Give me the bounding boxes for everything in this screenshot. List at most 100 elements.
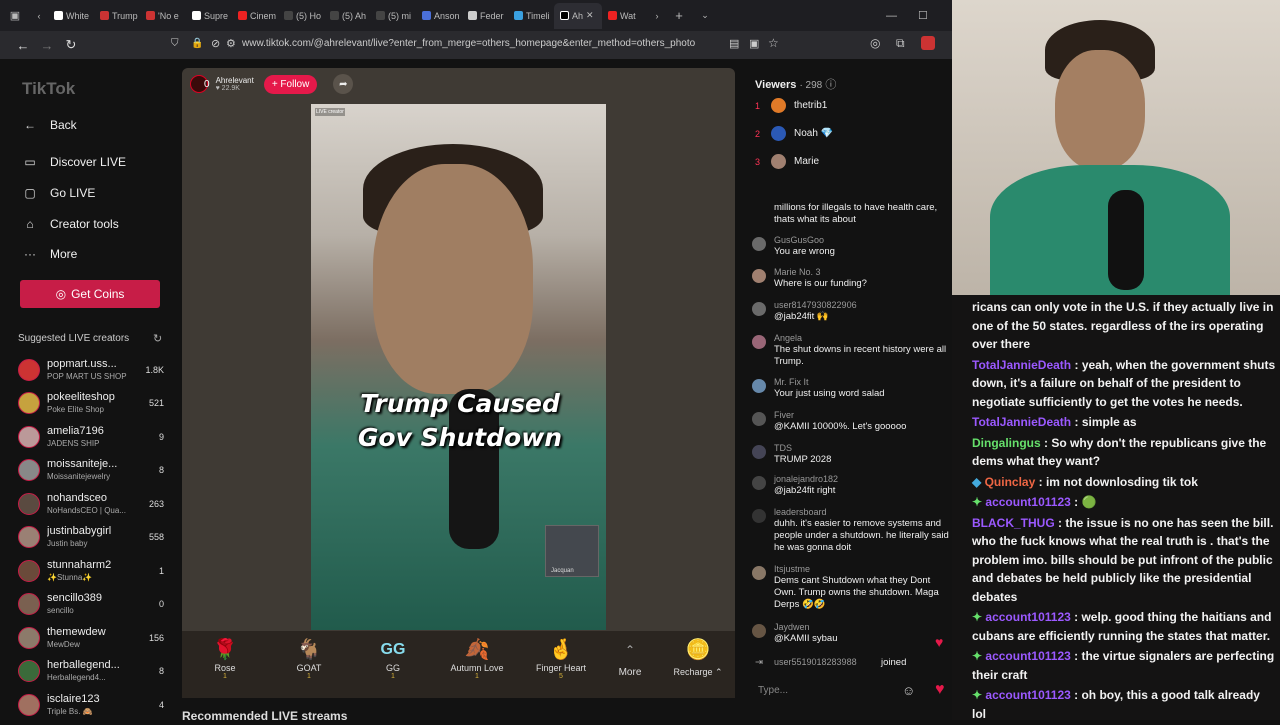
tab-7[interactable]: (5) mi xyxy=(370,3,416,29)
viewer-row[interactable]: 2 Noah 💎 xyxy=(755,126,833,141)
tab-10[interactable]: Timeli xyxy=(508,3,554,29)
tab-2[interactable]: 'No e xyxy=(140,3,186,29)
tab-scroll-right-icon[interactable]: › xyxy=(648,11,666,21)
tab-scroll-left-icon[interactable]: ‹ xyxy=(30,11,48,21)
creator-item[interactable]: themewdew MewDew 156 xyxy=(18,625,168,653)
chat-message[interactable]: Itsjustme Dems cant Shutdown what they Do… xyxy=(750,564,950,616)
tab-8[interactable]: Anson xyxy=(416,3,462,29)
creator-item[interactable]: sencillo389 sencillo 0 xyxy=(18,591,168,619)
gift-rose[interactable]: 🌹 Rose 1 xyxy=(195,639,255,680)
stream-chat-line: TotalJannieDeath : simple as xyxy=(972,415,1137,429)
creator-item[interactable]: nohandsceo NoHandsCEO | Qua... 263 xyxy=(18,491,168,519)
avatar xyxy=(18,392,40,414)
chat-message[interactable]: Jaydwen @KAMII sybau xyxy=(750,622,950,652)
creator-item[interactable]: moissaniteje... Moissanitejewelry 8 xyxy=(18,457,168,485)
tab-11-active[interactable]: Ah ✕ xyxy=(554,2,602,29)
creator-item[interactable]: popmart.uss... POP MART US SHOP 1.8K xyxy=(18,357,168,385)
chat-input[interactable]: Type... xyxy=(748,680,948,702)
permissions-icon[interactable]: ⊘ xyxy=(211,37,220,50)
extension-badge-icon[interactable] xyxy=(921,36,935,50)
viewer-row[interactable]: 1 thetrib1 xyxy=(755,98,827,113)
tab-5[interactable]: (5) Ho xyxy=(278,3,324,29)
refresh-icon[interactable]: ↻ xyxy=(153,332,162,345)
nav-more[interactable]: ··· More xyxy=(22,247,77,261)
nav-creator-tools[interactable]: ⌂ Creator tools xyxy=(22,217,118,231)
chat-message[interactable]: millions for illegals to have health car… xyxy=(750,196,950,226)
new-tab-icon[interactable]: + xyxy=(666,8,692,23)
screenshot-icon[interactable]: ▣ xyxy=(749,37,759,50)
reload-icon[interactable]: ↻ xyxy=(59,37,83,53)
tab-3[interactable]: Supre xyxy=(186,3,232,29)
gift-autumn-love[interactable]: 🍂 Autumn Love 1 xyxy=(447,639,507,680)
tab-6[interactable]: (5) Ah xyxy=(324,3,370,29)
gift-cost: 1 xyxy=(223,673,227,680)
gift-goat[interactable]: 🐐 GOAT 1 xyxy=(279,639,339,680)
chat-message[interactable]: Marie No. 3 Where is our funding? xyxy=(750,267,950,297)
live-tv-icon: ▭ xyxy=(24,155,36,169)
joined-text: joined xyxy=(881,657,907,668)
creator-item[interactable]: herballegend... Herballegend4... 8 xyxy=(18,658,168,686)
chat-message[interactable]: Mr. Fix It Your just using word salad xyxy=(750,377,950,407)
chat-message[interactable]: Angela The shut downs in recent history w… xyxy=(750,333,950,373)
lock-icon[interactable]: 🔒 xyxy=(191,38,203,49)
extensions-icon[interactable]: ⧉ xyxy=(896,36,905,51)
chat-message[interactable]: jonalejandro182 @jab24fit right xyxy=(750,474,950,504)
host-name[interactable]: Ahrelevant xyxy=(216,76,254,85)
gifts-more-button[interactable]: ⌃ More xyxy=(600,639,660,678)
bookmark-star-icon[interactable]: ☆ xyxy=(768,36,779,50)
chat-message[interactable]: user8147930822906 @jab24fit 🙌 xyxy=(750,300,950,330)
tiktok-logo[interactable]: TikTok xyxy=(22,79,75,99)
creator-item[interactable]: amelia7196 JADENS SHIP 9 xyxy=(18,424,168,452)
get-coins-button[interactable]: ◎ Get Coins xyxy=(20,280,160,308)
back-link[interactable]: ← Back xyxy=(22,118,77,132)
chat-message[interactable]: TDS TRUMP 2028 xyxy=(750,443,950,473)
send-heart-icon[interactable]: ♥ xyxy=(935,681,945,699)
share-icon[interactable]: ➦ xyxy=(333,74,354,94)
reader-icon[interactable]: ▤ xyxy=(729,37,739,50)
account-icon[interactable]: ◎ xyxy=(870,36,880,50)
creator-item[interactable]: stunnaharm2 ✨Stunna✨ 1 xyxy=(18,558,168,586)
avatar xyxy=(752,269,766,283)
chat-message[interactable]: leadersboard duhh. it's easier to remove … xyxy=(750,507,950,559)
emoji-icon[interactable]: ☺ xyxy=(902,683,915,698)
tab-list-icon[interactable]: ⌄ xyxy=(692,10,718,21)
creator-item[interactable]: justinbabygirl Justin baby 558 xyxy=(18,524,168,552)
joined-user: user5519018283988 xyxy=(774,657,857,667)
tab-9[interactable]: Feder xyxy=(462,3,508,29)
maximize-icon[interactable]: ☐ xyxy=(918,9,928,22)
shield-icon[interactable]: ⛉ xyxy=(171,38,179,49)
chat-message[interactable]: GusGusGoo You are wrong xyxy=(750,235,950,265)
tab-1[interactable]: Trump xyxy=(94,3,140,29)
avatar xyxy=(18,493,40,515)
tab-favicon xyxy=(146,11,155,20)
like-heart-icon: ♥ xyxy=(935,634,944,650)
stream-chat-line: ✦ account101123 : oh boy, this a good ta… xyxy=(972,688,1260,721)
follow-button[interactable]: + Follow xyxy=(263,74,318,94)
url-text[interactable]: www.tiktok.com/@ahrelevant/live?enter_fr… xyxy=(242,38,695,49)
tab-12[interactable]: Wat xyxy=(602,3,648,29)
nav-discover-live[interactable]: ▭ Discover LIVE xyxy=(22,155,126,169)
creator-item[interactable]: pokeeliteshop Poke Elite Shop 521 xyxy=(18,390,168,418)
tab-overview-icon[interactable]: ▣ xyxy=(0,9,30,22)
tab-4[interactable]: Cinem xyxy=(232,3,278,29)
viewer-row[interactable]: 3 Marie xyxy=(755,154,819,169)
forward-icon[interactable]: → xyxy=(35,38,59,53)
close-tab-icon[interactable]: ✕ xyxy=(586,10,594,21)
minimize-icon[interactable]: — xyxy=(886,10,897,22)
viewers-header[interactable]: Viewers · 298 ⓘ xyxy=(755,76,836,92)
gift-finger-heart[interactable]: 🤞 Finger Heart 5 xyxy=(531,639,591,680)
creator-item[interactable]: isclaire123 Triple Bs. 🙈 4 xyxy=(18,692,168,720)
site-settings-icon[interactable]: ⚙ xyxy=(226,37,236,50)
nav-go-live[interactable]: ▢ Go LIVE xyxy=(22,186,95,200)
tab-favicon xyxy=(192,11,201,20)
tab-0[interactable]: White xyxy=(48,3,94,29)
gift-gg[interactable]: GG GG 1 xyxy=(363,639,423,680)
back-icon[interactable]: ← xyxy=(11,38,35,53)
avatar xyxy=(752,445,766,459)
plus-badge-icon: ✦ xyxy=(972,495,983,509)
avatar xyxy=(752,412,766,426)
recharge-button[interactable]: 🪙 Recharge ⌃ xyxy=(668,639,728,678)
chat-message[interactable]: Fiver @KAMII 10000%. Let's gooooo xyxy=(750,410,950,440)
tab-favicon xyxy=(422,11,431,20)
info-icon[interactable]: ⓘ xyxy=(825,79,836,91)
